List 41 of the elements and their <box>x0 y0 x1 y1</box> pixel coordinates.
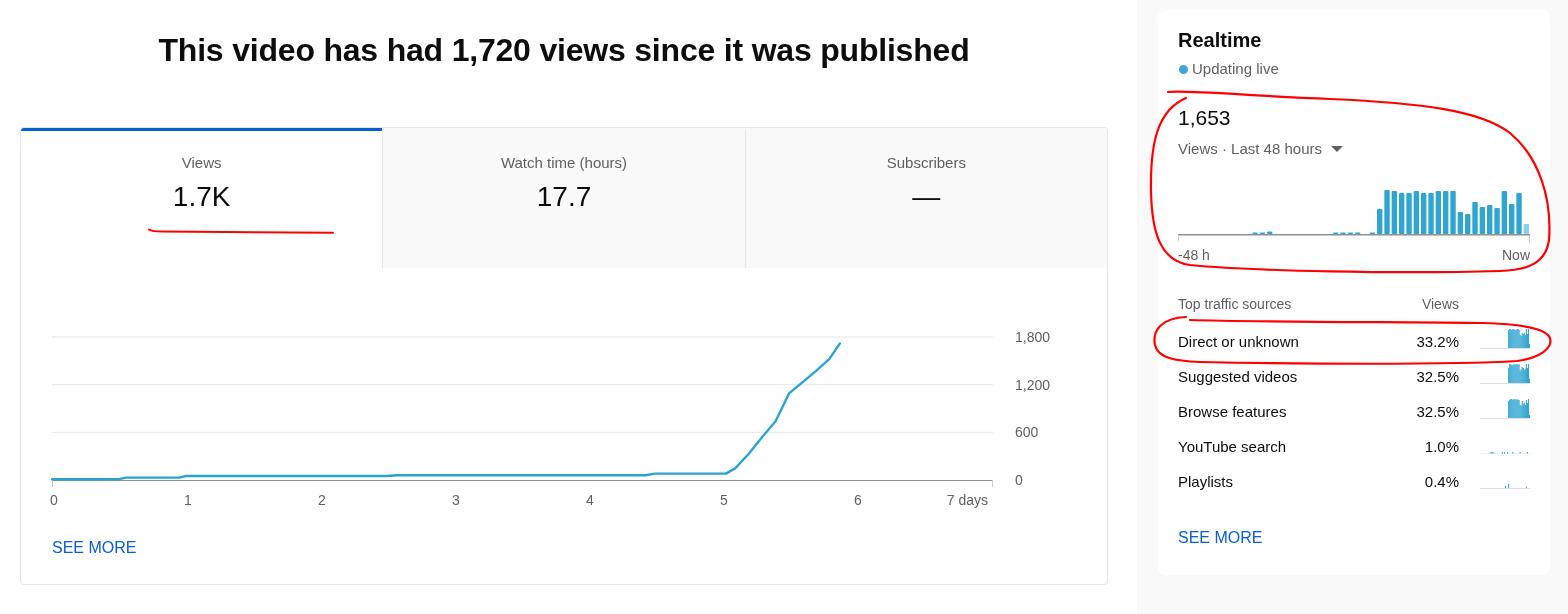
axis-label: 2 <box>318 492 326 508</box>
axis-label: 0 <box>50 492 58 508</box>
axis-label: 600 <box>1015 424 1039 441</box>
range-dropdown[interactable]: Views · Last 48 hours <box>1178 139 1343 159</box>
traffic-sparkline <box>1480 329 1530 349</box>
status-text: Updating live <box>1192 59 1279 79</box>
axis-label: 3 <box>452 492 460 508</box>
axis-label: -48 h <box>1178 246 1210 264</box>
axis-label: Now <box>1502 246 1530 264</box>
traffic-share: 0.4% <box>1424 473 1459 490</box>
axis-label: 5 <box>720 492 728 508</box>
traffic-sparkline <box>1480 364 1530 384</box>
axis-label: 7 days <box>946 492 988 508</box>
traffic-sparkline <box>1480 484 1530 489</box>
axis-label: 1,200 <box>1015 376 1051 393</box>
column-header: Top traffic sources <box>1178 296 1292 312</box>
axis-label: 0 <box>1015 472 1023 488</box>
traffic-share: 33.2% <box>1416 333 1459 350</box>
traffic-sparkline <box>1480 399 1530 419</box>
card-title: Realtime <box>1178 28 1262 53</box>
see-more-link[interactable]: SEE MORE <box>1178 528 1263 548</box>
column-header: Views <box>1421 296 1459 312</box>
axis-label: 1,800 <box>1015 329 1051 345</box>
traffic-source-name: Browse features <box>1178 403 1287 420</box>
realtime-total: 1,653 <box>1178 105 1231 131</box>
status-dot-icon <box>1179 64 1188 74</box>
traffic-share: 32.5% <box>1416 403 1459 420</box>
axis-label: 6 <box>854 492 862 508</box>
caret-icon <box>1330 146 1343 152</box>
traffic-share: 1.0% <box>1424 438 1459 455</box>
traffic-source-name: Direct or unknown <box>1178 333 1299 350</box>
axis-label: 4 <box>586 492 594 508</box>
metric-tab[interactable]: Watch time (hours) 17.7 <box>382 128 745 268</box>
traffic-source-name: Playlists <box>1178 473 1233 490</box>
axis-label: 1 <box>184 492 192 508</box>
traffic-source-name: YouTube search <box>1178 438 1287 455</box>
page-headline: This video has had 1,720 views since it was published <box>158 31 970 69</box>
see-more-link[interactable]: SEE MORE <box>52 538 137 558</box>
traffic-source-name: Suggested videos <box>1178 368 1298 385</box>
traffic-share: 32.5% <box>1416 368 1459 385</box>
metric-tab[interactable]: Subscribers — <box>744 128 1107 268</box>
